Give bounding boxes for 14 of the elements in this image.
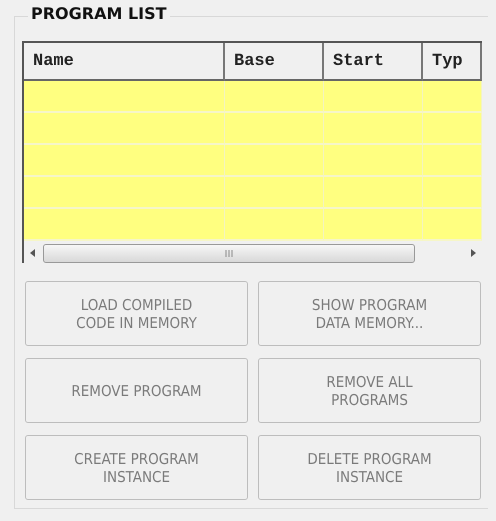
scroll-thumb[interactable]: [43, 244, 415, 262]
column-header[interactable]: Typ: [423, 43, 482, 81]
grip-icon: [224, 250, 234, 256]
table-cell: [423, 209, 482, 241]
table-cell: [423, 145, 482, 177]
right-arrow-icon[interactable]: [471, 249, 476, 257]
left-arrow-icon[interactable]: [30, 249, 35, 257]
table-cell: [423, 81, 482, 113]
table-cell: [423, 113, 482, 145]
table-cell: [423, 177, 482, 209]
column-header[interactable]: Base: [225, 43, 324, 81]
horizontal-scrollbar[interactable]: [24, 241, 482, 263]
column-header[interactable]: Name: [24, 43, 225, 81]
column-header[interactable]: Start: [324, 43, 423, 81]
